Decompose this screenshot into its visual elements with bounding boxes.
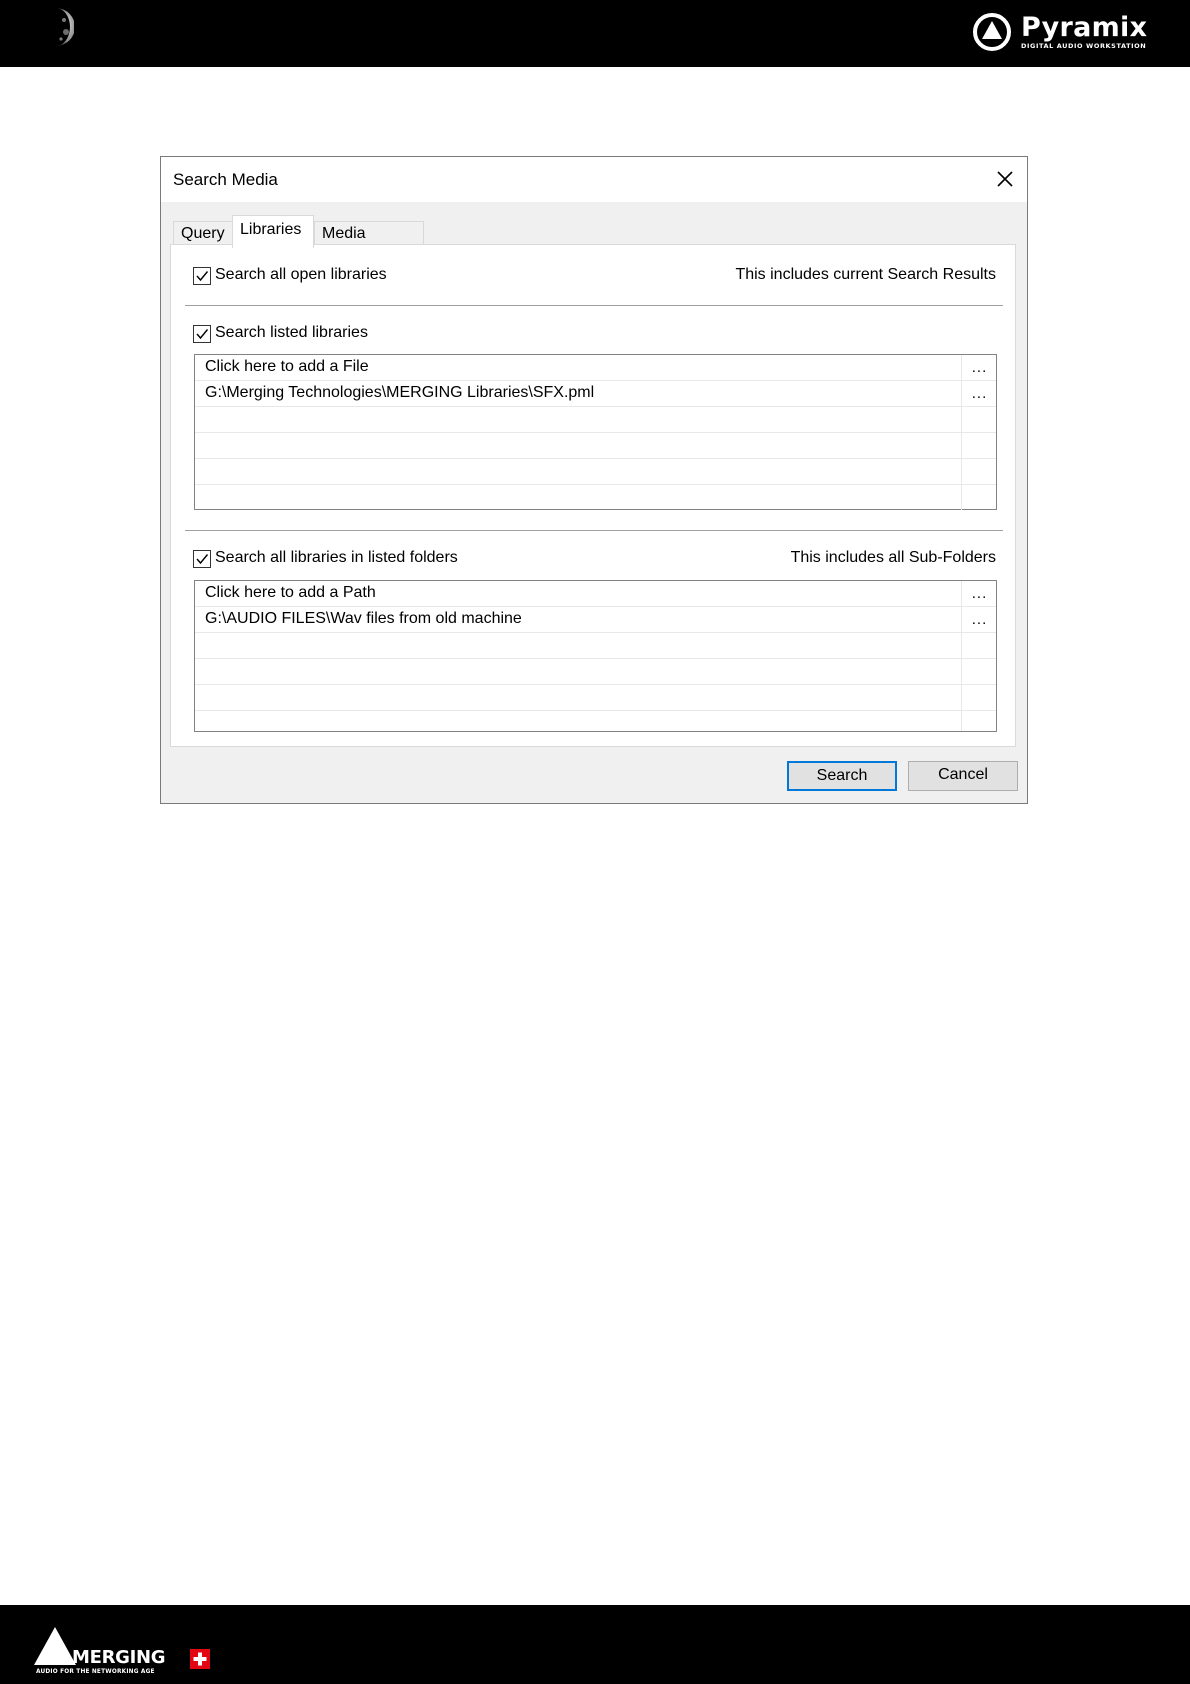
browse-file-button[interactable]: ... [961, 355, 997, 380]
empty-list-row [195, 433, 996, 459]
open-libraries-note: This includes current Search Results [735, 266, 996, 283]
checkmark-icon [196, 554, 209, 565]
add-path-row-text[interactable]: Click here to add a Path [205, 584, 376, 602]
add-file-row-text[interactable]: Click here to add a File [205, 358, 369, 376]
merging-brand: MERGING AUDIO FOR THE NETWORKING AGE [34, 1625, 224, 1677]
empty-cell [961, 711, 997, 731]
list-item[interactable]: G:\AUDIO FILES\Wav files from old machin… [195, 607, 996, 633]
pyramix-logo-icon [973, 13, 1011, 51]
browse-file-button[interactable]: ... [961, 381, 997, 406]
checkmark-icon [196, 271, 209, 282]
page-header: Pyramix DIGITAL AUDIO WORKSTATION [0, 0, 1190, 67]
checkmark-icon [196, 329, 209, 340]
pyramix-brand: Pyramix DIGITAL AUDIO WORKSTATION [972, 10, 1172, 54]
browse-folder-button[interactable]: ... [961, 581, 997, 606]
close-icon[interactable] [989, 163, 1021, 195]
tab-libraries[interactable]: Libraries [232, 215, 314, 248]
empty-list-row [195, 407, 996, 433]
list-item[interactable]: Click here to add a File ... [195, 355, 996, 381]
empty-cell [961, 485, 997, 510]
empty-cell [961, 633, 997, 658]
merging-logo-icon [34, 1627, 76, 1665]
empty-list-row [195, 633, 996, 659]
search-listed-libraries-checkbox[interactable] [193, 325, 211, 343]
tab-libraries-label: Libraries [240, 221, 302, 238]
search-open-libraries-label[interactable]: Search all open libraries [215, 266, 387, 284]
divider [185, 305, 1003, 306]
empty-list-row [195, 459, 996, 485]
company-name: MERGING [72, 1647, 166, 1668]
library-folder-list: Click here to add a Path ... G:\AUDIO FI… [194, 580, 997, 732]
empty-cell [961, 685, 997, 710]
brand-tagline: DIGITAL AUDIO WORKSTATION [1021, 42, 1147, 50]
empty-cell [961, 433, 997, 458]
swiss-cross-icon [190, 1649, 210, 1669]
tab-query-label: Query [181, 225, 225, 242]
empty-cell [961, 459, 997, 484]
search-open-libraries-checkbox[interactable] [193, 267, 211, 285]
listed-folders-note: This includes all Sub-Folders [790, 549, 996, 566]
browse-folder-button[interactable]: ... [961, 607, 997, 632]
search-listed-folders-label[interactable]: Search all libraries in listed folders [215, 549, 458, 567]
library-file-list: Click here to add a File ... G:\Merging … [194, 354, 997, 510]
company-tagline: AUDIO FOR THE NETWORKING AGE [36, 1669, 155, 1675]
empty-cell [961, 407, 997, 432]
empty-list-row [195, 485, 996, 511]
libraries-panel: Search all open libraries This includes … [170, 244, 1016, 747]
empty-list-row [195, 659, 996, 685]
dialog-title: Search Media [173, 170, 278, 189]
divider [185, 530, 1003, 531]
list-item[interactable]: Click here to add a Path ... [195, 581, 996, 607]
cancel-button-label: Cancel [938, 766, 988, 783]
search-listed-libraries-label[interactable]: Search listed libraries [215, 324, 368, 342]
search-listed-folders-checkbox[interactable] [193, 550, 211, 568]
dialog-titlebar: Search Media [161, 157, 1027, 202]
search-button[interactable]: Search [787, 761, 897, 791]
list-item[interactable]: G:\Merging Technologies\MERGING Librarie… [195, 381, 996, 407]
page-footer: MERGING AUDIO FOR THE NETWORKING AGE [0, 1605, 1190, 1684]
empty-list-row [195, 711, 996, 731]
library-folder-path[interactable]: G:\AUDIO FILES\Wav files from old machin… [205, 610, 522, 628]
moon-icon [56, 8, 74, 46]
cancel-button[interactable]: Cancel [908, 761, 1018, 791]
brand-name: Pyramix [1021, 12, 1148, 43]
library-file-path[interactable]: G:\Merging Technologies\MERGING Librarie… [205, 384, 594, 402]
empty-list-row [195, 685, 996, 711]
search-media-dialog: Search Media Query Libraries Media Folde… [160, 156, 1028, 804]
search-button-label: Search [816, 767, 868, 784]
empty-cell [961, 659, 997, 684]
